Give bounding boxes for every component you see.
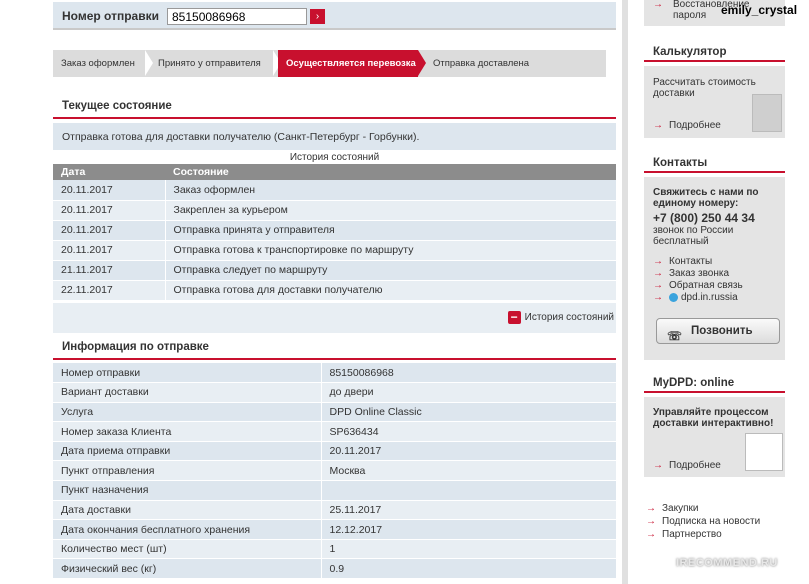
table-row: 20.11.2017 Отправка принята у отправителя [53, 220, 616, 241]
table-row: 20.11.2017 Заказ оформлен [53, 180, 616, 201]
mydpd-title: MyDPD: online сервисы [644, 373, 785, 409]
phone-icon: ☏ [667, 329, 683, 343]
arrow-right-icon: → [653, 0, 663, 10]
redacted-value [321, 480, 616, 501]
partnership-link[interactable]: → Партнерство [646, 529, 722, 540]
table-row: Физический вес (кг) 0.9 [53, 558, 616, 580]
history-caption: История состояний [289, 152, 380, 163]
table-row: Номер заказа Клиента SP636434 [53, 421, 616, 442]
table-row: 20.11.2017 Закреплен за курьером [53, 200, 616, 221]
callback-link[interactable]: → Заказ звонка [653, 268, 729, 279]
table-row: Вариант доставки до двери [53, 382, 616, 403]
arrow-right-icon: → [646, 516, 656, 527]
search-submit-button[interactable]: › [310, 9, 325, 24]
skype-link[interactable]: → dpd.in.russia [653, 292, 738, 303]
password-recovery-link[interactable]: → Восстановление пароля [653, 0, 750, 21]
procurement-link[interactable]: → Закупки [646, 503, 698, 514]
history-col-date: Дата [53, 164, 165, 180]
section-divider [53, 117, 616, 119]
shipment-info-title: Информация по отправке [62, 341, 209, 353]
current-status-box: Отправка готова для доставки получателю … [53, 123, 616, 150]
table-row: Дата доставки 25.11.2017 [53, 500, 616, 521]
mydpd-box: Управляйте процессом доставки интерактивн… [644, 397, 785, 477]
tracking-search-bar: Номер отправки › [53, 2, 616, 30]
section-divider [53, 358, 616, 360]
watermark-site: IRECOMMEND.RU [676, 557, 778, 569]
arrow-right-icon: → [653, 292, 663, 303]
step-in-transit: Осуществляется перевозка [278, 50, 418, 77]
table-row: Количество мест (шт) 1 [53, 539, 616, 560]
contacts-title: Контакты [644, 153, 785, 173]
step-order-placed: Заказ оформлен [61, 58, 135, 69]
collapse-icon: − [507, 311, 521, 324]
arrow-right-icon: → [646, 529, 656, 540]
watermark-username: emily_crystal [721, 3, 798, 17]
table-row: Номер отправки 85150086968 [53, 363, 616, 384]
arrow-right-icon: → [653, 256, 663, 267]
mydpd-text: Управляйте процессом доставки интерактивн… [653, 407, 774, 429]
table-row: 21.11.2017 Отправка следует по маршруту [53, 260, 616, 281]
newsletter-link[interactable]: → Подписка на новости [646, 516, 760, 527]
history-toggle-row: − История состояний [53, 303, 616, 333]
contacts-note: звонок по России бесплатный [653, 225, 734, 247]
step-accepted: Принято у отправителя [158, 58, 261, 69]
calculator-more-link[interactable]: → Подробнее [653, 120, 721, 131]
call-button[interactable]: ☏ Позвонить [656, 318, 780, 344]
table-row: Дата приема отправки 20.11.2017 [53, 441, 616, 462]
table-row: Пункт отправления Москва [53, 460, 616, 482]
calculator-icon [752, 94, 782, 132]
table-row: 20.11.2017 Отправка готова к транспортиро… [53, 240, 616, 261]
history-toggle-button[interactable]: − История состояний [507, 311, 614, 324]
arrow-right-icon: → [653, 280, 663, 291]
phone-number: +7 (800) 250 44 34 [653, 211, 755, 225]
history-table: Дата Состояние 20.11.2017 Заказ оформлен … [53, 164, 616, 301]
arrow-right-icon: → [653, 460, 663, 471]
page-gutter [622, 0, 628, 584]
step-delivered: Отправка доставлена [433, 58, 530, 69]
contacts-intro: Свяжитесь с нами по единому номеру: [653, 187, 759, 209]
current-status-title: Текущее состояние [62, 100, 172, 112]
skype-icon [669, 292, 678, 302]
calculator-box: Рассчитать стоимость доставки → Подробнее [644, 66, 785, 138]
arrow-right-icon: → [646, 503, 656, 514]
calculator-title: Калькулятор [644, 42, 785, 62]
package-icon [745, 433, 783, 471]
contacts-link[interactable]: → Контакты [653, 256, 712, 267]
table-row: Пункт назначения [53, 480, 616, 501]
arrow-right-icon: → [653, 268, 663, 279]
table-row: 22.11.2017 Отправка готова для доставки п… [53, 280, 616, 301]
arrow-right-icon: › [315, 11, 320, 22]
history-col-status: Состояние [165, 164, 616, 180]
tracking-number-label: Номер отправки [62, 9, 159, 23]
shipment-info-table: Номер отправки 85150086968 Вариант достав… [53, 363, 616, 580]
arrow-right-icon: → [653, 120, 663, 131]
current-status-text: Отправка готова для доставки получателю … [62, 131, 420, 143]
mydpd-more-link[interactable]: → Подробнее [653, 460, 721, 471]
progress-steps: Заказ оформлен Принято у отправителя Осу… [53, 50, 606, 77]
calculator-text: Рассчитать стоимость доставки [653, 77, 756, 99]
table-row: Дата окончания бесплатного хранения 12.12… [53, 519, 616, 540]
table-row: Услуга DPD Online Classic [53, 402, 616, 423]
tracking-number-input[interactable] [167, 8, 307, 25]
feedback-link[interactable]: → Обратная связь [653, 280, 743, 291]
